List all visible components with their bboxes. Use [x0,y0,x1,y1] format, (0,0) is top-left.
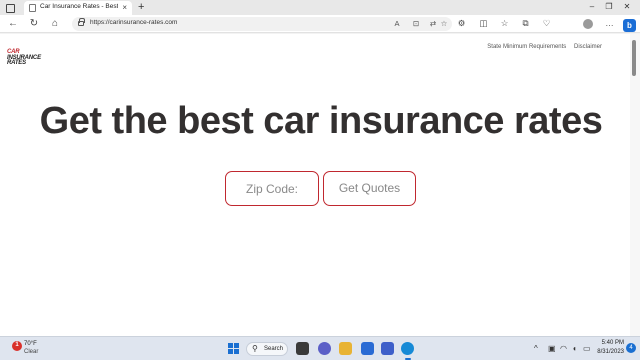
tab-close-button[interactable]: × [122,3,127,12]
search-label: Search [264,346,284,352]
url-text[interactable]: https://carinsurance-rates.com [90,19,177,26]
file-explorer-icon[interactable] [339,342,352,355]
home-icon[interactable]: ⌂ [48,17,62,30]
profile-icon[interactable] [583,19,593,29]
bing-icon[interactable]: b [623,19,636,32]
page-headline: Get the best car insurance rates [39,100,603,142]
get-quotes-button[interactable]: Get Quotes [323,171,416,206]
notification-badge[interactable]: 4 [626,343,636,353]
refresh-icon[interactable]: ↻ [27,17,41,30]
windows-start-icon[interactable] [228,343,239,354]
browser-tab-bar: Car Insurance Rates - Best Auto I × + – … [0,0,640,15]
clock-time[interactable]: 5:40 PM [596,340,624,346]
clock-date[interactable]: 8/31/2023 [590,349,624,355]
immersive-reader-icon[interactable]: ⊡ [410,18,422,30]
weather-temperature[interactable]: 70°F [24,341,37,347]
restore-button[interactable]: ❐ [603,1,615,13]
lock-icon[interactable] [78,18,85,26]
search-icon: ⚲ [252,344,258,353]
collections-icon[interactable]: ⧉ [519,17,532,30]
tray-overflow-icon[interactable]: ^ [534,343,538,354]
new-tab-button[interactable]: + [138,0,144,14]
header-links: State Minimum Requirements Disclaimer [481,44,602,50]
minimize-button[interactable]: – [586,1,598,13]
wifi-icon[interactable]: ◠ [560,343,567,354]
chat-icon[interactable] [318,342,331,355]
store-icon[interactable] [361,342,374,355]
tab-title: Car Insurance Rates - Best Auto I [40,3,118,10]
address-bar[interactable]: https://carinsurance-rates.com A ⊡ ⇄ ☆ [72,17,452,31]
scrollbar-track[interactable] [630,34,640,336]
page-viewport: CAR INSURANCE RATES State Minimum Requir… [0,34,630,336]
app-icon[interactable] [381,342,394,355]
logo-line-rates: RATES [7,60,26,66]
site-logo[interactable]: CAR INSURANCE RATES [7,49,51,67]
favorites-bar-icon[interactable]: ☆ [498,17,511,30]
zip-code-field[interactable] [225,171,319,206]
split-screen-icon[interactable]: ◫ [477,17,490,30]
read-aloud-icon[interactable]: A [391,18,403,30]
volume-icon[interactable]: ◖ [572,343,577,354]
browser-toolbar: ← ↻ ⌂ https://carinsurance-rates.com A ⊡… [0,15,640,33]
language-icon[interactable]: ▣ [548,343,556,354]
taskbar-search[interactable]: ⚲ Search [246,342,288,356]
more-icon[interactable]: … [603,17,616,30]
link-state-minimum-requirements[interactable]: State Minimum Requirements [487,44,566,50]
weather-condition[interactable]: Clear [24,349,38,355]
favorite-icon[interactable]: ☆ [438,18,450,30]
browser-essentials-icon[interactable]: ♡ [540,17,553,30]
close-window-button[interactable]: ✕ [621,1,633,13]
link-disclaimer[interactable]: Disclaimer [574,44,602,50]
page-icon [29,4,36,12]
scrollbar-thumb[interactable] [632,40,636,76]
weather-badge: 1 [15,342,19,348]
back-icon[interactable]: ← [6,17,20,30]
task-view-icon[interactable] [296,342,309,355]
windows-taskbar: 1 70°F Clear ⚲ Search ^ ▣ ◠ ◖ ▭ 5:40 PM … [0,336,640,360]
edge-icon[interactable] [401,342,414,355]
tab-actions-icon[interactable] [4,2,15,13]
zip-code-input[interactable] [226,172,318,205]
extensions-icon[interactable]: ⚙ [455,17,468,30]
browser-tab-active[interactable]: Car Insurance Rates - Best Auto I × [24,1,132,15]
